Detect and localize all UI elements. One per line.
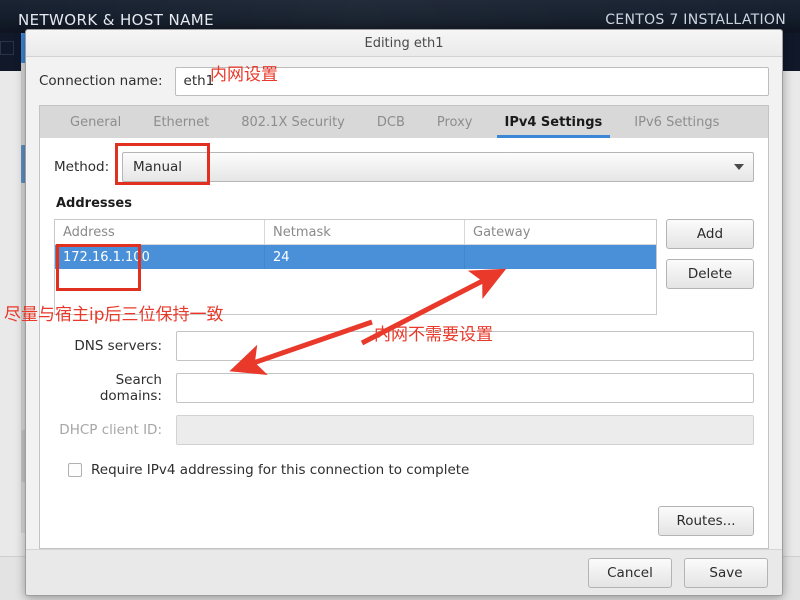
installer-screen-title: NETWORK & HOST NAME [18,11,215,29]
addresses-table[interactable]: Address Netmask Gateway 172.16.1.100 24 [54,219,657,315]
tab-dcb[interactable]: DCB [361,106,421,138]
method-dropdown[interactable]: Manual [122,152,754,182]
connection-name-input[interactable]: eth1 [174,66,769,96]
method-label: Method: [54,159,110,175]
dialog-title: Editing eth1 [364,35,444,51]
connection-name-value: eth1 [183,73,215,89]
connection-name-row: Connection name: eth1 [39,66,769,96]
chevron-down-icon [734,164,744,170]
column-header-address: Address [55,220,265,244]
cancel-button[interactable]: Cancel [588,557,672,588]
installer-product-label: CENTOS 7 INSTALLATION [605,12,786,28]
search-domains-row: Search domains: [54,372,754,404]
dialog-titlebar: Editing eth1 [26,30,782,57]
dialog-footer: Cancel Save [26,549,782,595]
save-button[interactable]: Save [684,557,768,588]
require-ipv4-row[interactable]: Require IPv4 addressing for this connect… [68,458,754,482]
cell-address[interactable]: 172.16.1.100 [55,245,265,269]
require-ipv4-label: Require IPv4 addressing for this connect… [91,462,470,478]
method-row: Method: Manual [54,152,754,182]
cell-netmask[interactable]: 24 [265,245,465,269]
require-ipv4-checkbox[interactable] [68,463,82,477]
ipv4-settings-panel: Method: Manual Addresses Address Netmask… [39,138,769,549]
tab-ethernet[interactable]: Ethernet [137,106,225,138]
settings-tabstrip: General Ethernet 802.1X Security DCB Pro… [39,105,769,138]
delete-address-button[interactable]: Delete [666,259,754,289]
search-domains-label: Search domains: [99,372,162,404]
cell-gateway[interactable] [465,245,656,269]
routes-row: Routes... [54,506,754,538]
search-domains-input[interactable] [176,373,754,403]
column-header-gateway: Gateway [473,224,531,240]
tab-proxy[interactable]: Proxy [421,106,489,138]
add-address-button[interactable]: Add [666,219,754,249]
tab-general[interactable]: General [54,106,137,138]
addresses-table-header: Address Netmask Gateway [55,220,656,245]
dhcp-client-id-label: DHCP client ID: [59,422,162,438]
dialog-body: Connection name: eth1 General Ethernet 8… [26,57,782,549]
installer-help-square [0,41,14,55]
tab-ipv6-settings[interactable]: IPv6 Settings [618,106,735,138]
addresses-area: Address Netmask Gateway 172.16.1.100 24 … [54,219,754,315]
column-header-netmask: Netmask [265,220,465,244]
dns-servers-label: DNS servers: [74,338,162,354]
dhcp-client-id-input [176,415,754,445]
addresses-buttons: Add Delete [666,219,754,315]
dns-servers-input[interactable] [176,331,754,361]
method-selected-value: Manual [133,159,183,175]
connection-name-label: Connection name: [39,73,163,89]
routes-button[interactable]: Routes... [658,506,754,536]
editing-connection-dialog: Editing eth1 Connection name: eth1 Gener… [25,29,783,596]
tab-ipv4-settings[interactable]: IPv4 Settings [489,106,619,138]
dns-servers-row: DNS servers: [54,331,754,361]
addresses-section-title: Addresses [56,196,132,211]
table-row[interactable]: 172.16.1.100 24 [55,245,656,269]
tab-8021x-security[interactable]: 802.1X Security [225,106,361,138]
dhcp-client-id-row: DHCP client ID: [54,415,754,445]
screen-root: NETWORK & HOST NAME CENTOS 7 INSTALLATIO… [0,0,800,600]
